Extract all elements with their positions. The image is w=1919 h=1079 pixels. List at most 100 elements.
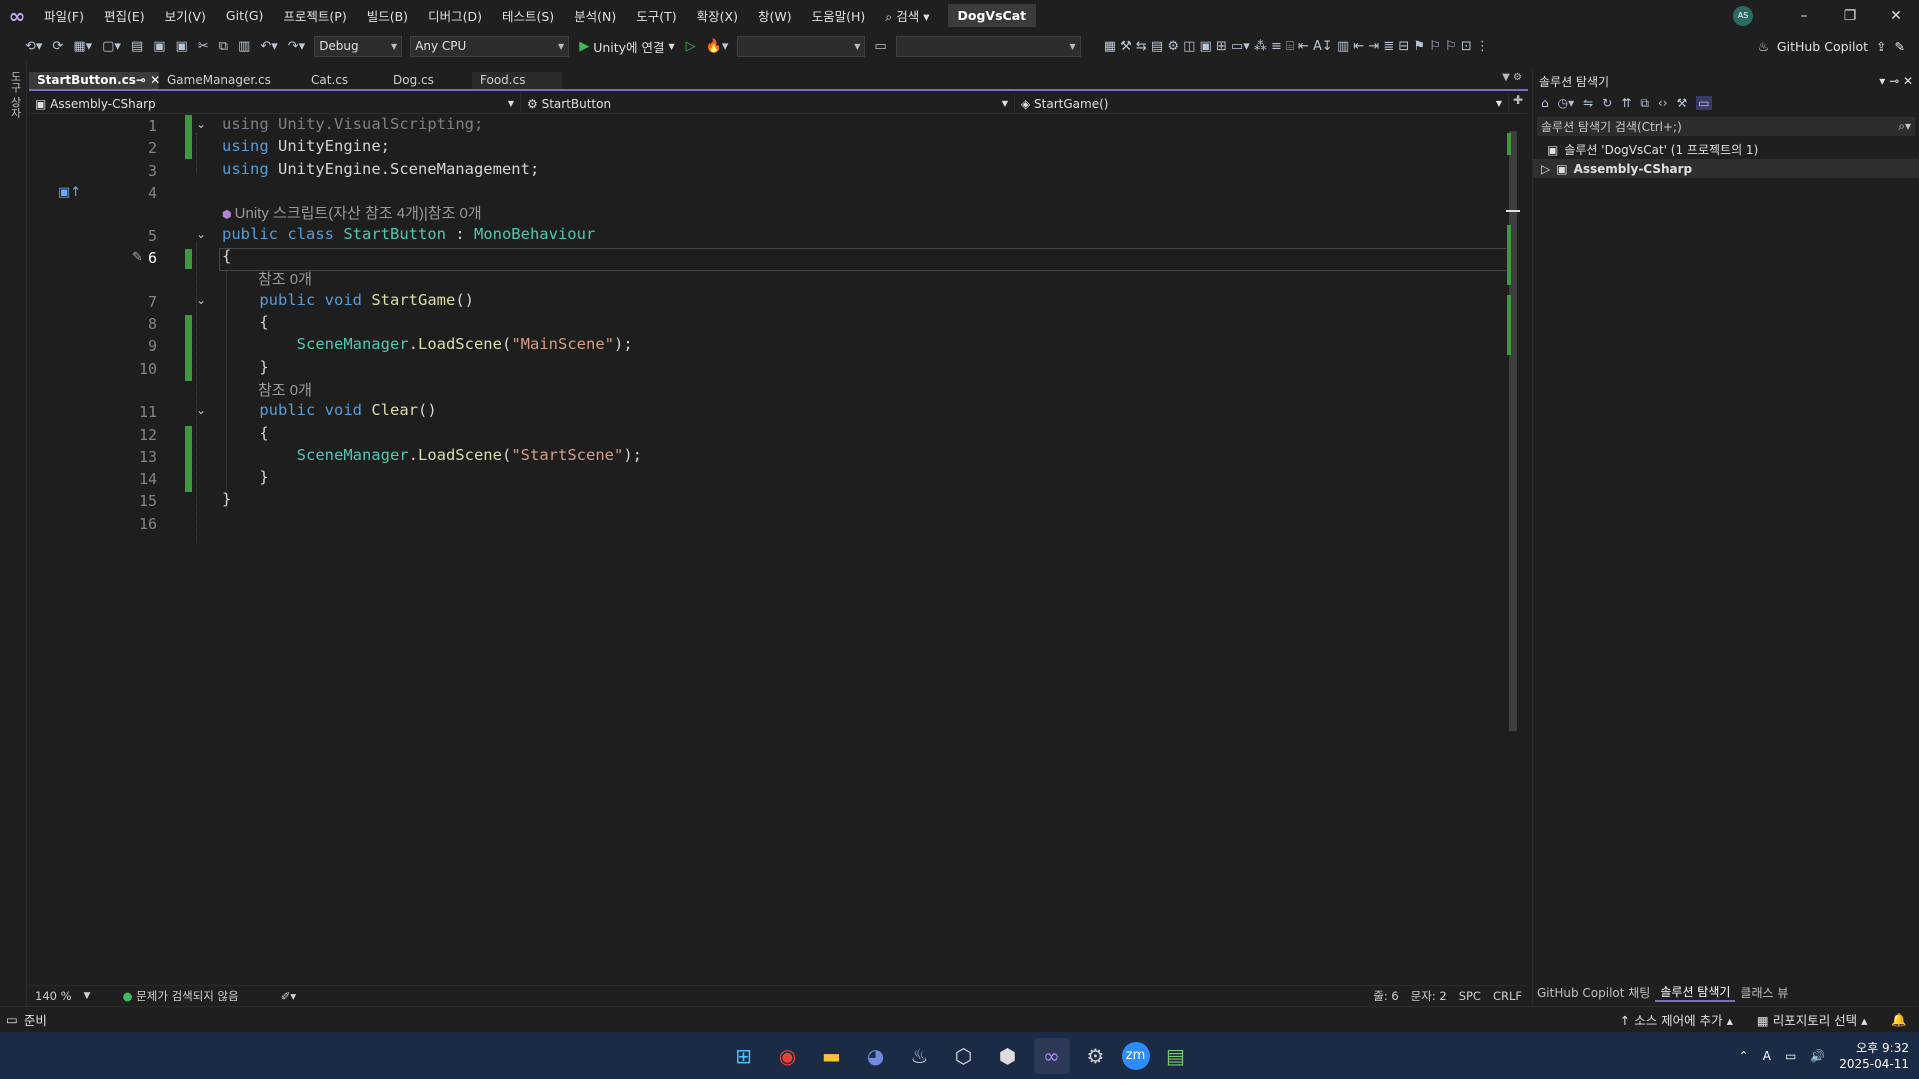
split-icon[interactable]: ✚ [1509, 93, 1527, 113]
issues-status[interactable]: 문제가 검색되지 않음 [136, 989, 239, 1003]
windows-start-icon[interactable]: ⊞ [726, 1038, 762, 1074]
attach-unity-button[interactable]: ▶ Unity에 연결 ▼ [573, 37, 680, 56]
column-indicator[interactable]: 문자: 2 [1405, 988, 1453, 1004]
notification-icon[interactable]: 🔔 [1879, 1012, 1919, 1028]
paste-icon[interactable]: ▥ [233, 39, 255, 54]
codelens-method[interactable]: 참조 0개 [258, 379, 312, 400]
visual-studio-icon[interactable]: ∞ [1033, 1037, 1070, 1074]
tab-overflow-icon[interactable]: ▼ ⚙ [1496, 72, 1528, 89]
menu-test[interactable]: 테스트(S) [492, 6, 564, 25]
notepad-icon[interactable]: ▤ [1158, 1038, 1194, 1074]
configuration-select[interactable]: Debug ▼ [314, 35, 403, 57]
toolbox-tab[interactable]: 도구 상자 [7, 71, 23, 119]
feedback-icon[interactable]: ✎ [1895, 39, 1905, 54]
solution-search-input[interactable]: 솔루션 탐색기 검색(Ctrl+;) ⌕▾ [1537, 117, 1915, 136]
menu-file[interactable]: 파일(F) [34, 6, 94, 25]
solution-explorer-toolbar[interactable]: ⌂ ◷▾ ⇋ ↻ ⇈ ⧉ ‹› ⚒ ▭ [1533, 92, 1919, 114]
open-icon[interactable]: ▤ [126, 39, 148, 54]
redo-icon[interactable]: ↷▾ [283, 39, 310, 54]
ime-indicator[interactable]: A [1763, 1049, 1771, 1063]
panel-controls[interactable]: ▾ ⊸ ✕ [1879, 74, 1913, 88]
target-select[interactable]: ▼ [737, 35, 866, 57]
clock[interactable]: 오후 9:32 2025-04-11 [1839, 1040, 1909, 1072]
menu-analyze[interactable]: 분석(N) [564, 6, 626, 25]
fold-chevron-icon[interactable]: ⌄ [196, 227, 206, 241]
copy-icon[interactable]: ⧉ [214, 39, 233, 54]
project-node[interactable]: ▷ ▣ Assembly-CSharp [1533, 159, 1919, 178]
line-ending-indicator[interactable]: CRLF [1487, 989, 1528, 1003]
expand-chevron-icon[interactable]: ▷ [1541, 162, 1550, 176]
tab-gamemanager[interactable]: GameManager.cs [159, 72, 303, 89]
output-icon[interactable]: ▭ [0, 1012, 24, 1027]
save-icon[interactable]: ▣ [148, 39, 170, 54]
cut-icon[interactable]: ✂ [193, 39, 214, 54]
menu-build[interactable]: 빌드(B) [357, 6, 418, 25]
menu-window[interactable]: 창(W) [748, 6, 802, 25]
steam-icon[interactable]: ♨ [902, 1038, 938, 1074]
undo-icon[interactable]: ↶▾ [255, 39, 282, 54]
tab-dog[interactable]: Dog.cs [385, 72, 472, 89]
unity-message-icon[interactable]: ▣↑ [58, 185, 81, 200]
menu-view[interactable]: 보기(V) [155, 6, 216, 25]
vertical-scrollbar[interactable] [1506, 115, 1520, 985]
line-indicator[interactable]: 줄: 6 [1367, 988, 1404, 1004]
quick-action-icon[interactable]: ✎ [132, 250, 143, 265]
solution-node[interactable]: ▣ 솔루션 'DogVsCat' (1 프로젝트의 1) [1533, 140, 1919, 159]
toolbar-tools-icons[interactable]: ▦ ⚒ ⇆ ▤ ⚙ ◫ ▣ ⊞ ▭▾ ⁂ ≡ ⌸ ⇤ A↧ ▥ ⇤ ⇥ ≣ ⊟ … [1099, 39, 1494, 54]
zoom-level[interactable]: 140 % [29, 989, 78, 1003]
tab-startbutton[interactable]: StartButton.cs ⊸ ✕ [29, 72, 159, 89]
restore-icon[interactable]: ❐ [1827, 8, 1873, 24]
fold-chevron-icon[interactable]: ⌄ [196, 117, 206, 131]
forward-icon[interactable]: ⟳ [47, 39, 68, 54]
startup-select[interactable]: ▼ [895, 35, 1081, 57]
brush-icon[interactable]: ✐▾ [275, 989, 302, 1003]
menu-git[interactable]: Git(G) [216, 8, 274, 23]
close-icon[interactable]: ✕ [150, 73, 159, 87]
chrome-icon[interactable]: ◉ [770, 1038, 806, 1074]
fold-chevron-icon[interactable]: ⌄ [196, 403, 206, 417]
pin-icon[interactable]: ⊸ [136, 73, 146, 87]
codelens-class[interactable]: ⬢ Unity 스크립트(자산 참조 4개)|참조 0개 [222, 202, 482, 223]
chevron-up-icon[interactable]: ⌃ [1739, 1049, 1749, 1063]
browser-icon[interactable]: ▭ [869, 39, 891, 54]
save-all-icon[interactable]: ▣ [171, 39, 193, 54]
menu-help[interactable]: 도움말(H) [802, 6, 876, 25]
codelens-method[interactable]: 참조 0개 [258, 268, 312, 289]
search-button[interactable]: ⌕ 검색 ▾ [875, 6, 939, 25]
menu-edit[interactable]: 편집(E) [94, 6, 155, 25]
start-without-debug-icon[interactable]: ▷ [681, 39, 701, 54]
member-dropdown[interactable]: ◈ StartGame() ▼ [1015, 93, 1509, 114]
copilot-button[interactable]: ♨ GitHub Copilot ⇪ ✎ [1758, 31, 1905, 61]
tab-cat[interactable]: Cat.cs [303, 72, 385, 89]
file-explorer-icon[interactable]: ▬ [814, 1038, 850, 1074]
tab-class-view[interactable]: 클래스 뷰 [1735, 984, 1793, 1001]
tab-solution-explorer[interactable]: 솔루션 탐색기 [1655, 983, 1736, 1002]
menu-debug[interactable]: 디버그(D) [418, 6, 492, 25]
minimize-icon[interactable]: – [1781, 8, 1827, 24]
discord-icon[interactable]: ◕ [858, 1038, 894, 1074]
menu-project[interactable]: 프로젝트(P) [273, 6, 356, 25]
back-icon[interactable]: ⟲▾ [20, 39, 47, 54]
whitespace-indicator[interactable]: SPC [1453, 989, 1487, 1003]
unity-hub-icon[interactable]: ⬡ [946, 1038, 982, 1074]
zoom-app-icon[interactable]: zm [1121, 1041, 1150, 1070]
volume-icon[interactable]: 🔊 [1810, 1049, 1825, 1063]
unity-editor-icon[interactable]: ⬢ [990, 1038, 1026, 1074]
tab-food[interactable]: Food.cs [472, 72, 562, 89]
menu-extensions[interactable]: 확장(X) [687, 6, 748, 25]
add-source-control-button[interactable]: ↑ 소스 제어에 추가 ▴ [1608, 1010, 1745, 1029]
settings-icon[interactable]: ⚙ [1078, 1038, 1114, 1074]
fold-chevron-icon[interactable]: ⌄ [196, 293, 206, 307]
chevron-down-icon[interactable]: ▼ [78, 991, 97, 1001]
tab-copilot-chat[interactable]: GitHub Copilot 채팅 [1532, 984, 1655, 1001]
menu-tools[interactable]: 도구(T) [626, 6, 686, 25]
hot-reload-icon[interactable]: 🔥▾ [701, 39, 734, 54]
new-item-icon[interactable]: ▢▾ [97, 39, 126, 54]
share-icon[interactable]: ⇪ [1876, 39, 1886, 54]
avatar[interactable]: AS [1733, 5, 1753, 26]
project-dropdown[interactable]: ▣ Assembly-CSharp ▼ [29, 93, 521, 114]
type-dropdown[interactable]: ⚙ StartButton ▼ [521, 93, 1015, 114]
select-repository-button[interactable]: ▦ 리포지토리 선택 ▴ [1745, 1010, 1880, 1029]
network-icon[interactable]: ▭ [1785, 1049, 1796, 1063]
close-icon[interactable]: ✕ [1873, 8, 1919, 24]
